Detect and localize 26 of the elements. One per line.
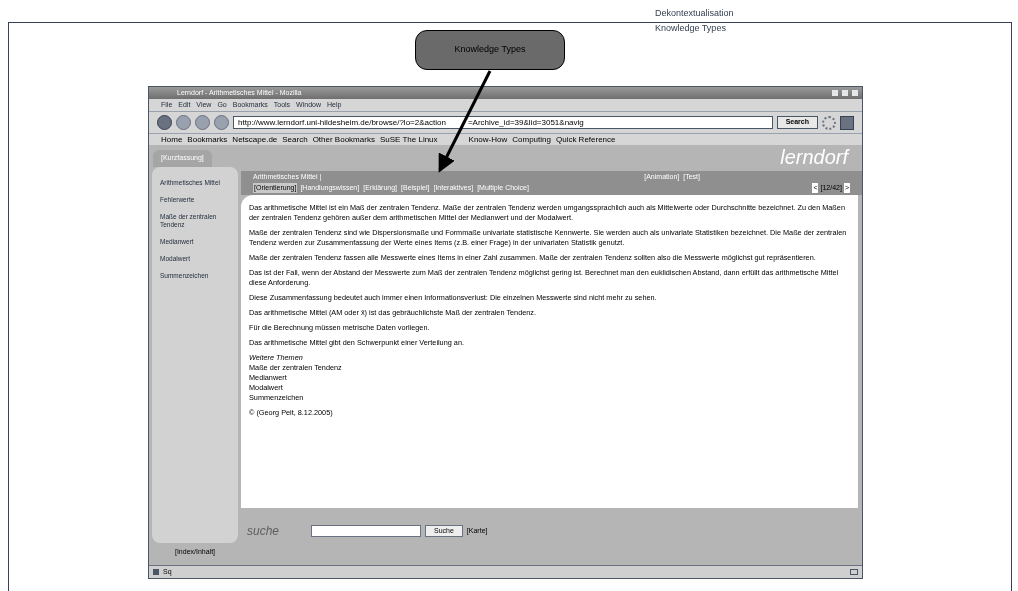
bookmark-link[interactable]: Computing xyxy=(512,133,551,146)
reload-icon[interactable] xyxy=(195,115,210,130)
bookmark-link[interactable]: Other Bookmarks xyxy=(312,133,375,146)
bookmark-link[interactable]: Bookmarks xyxy=(187,133,228,146)
callout-bubble: Knowledge Types xyxy=(415,30,565,70)
throbber-icon xyxy=(822,115,836,130)
lock-icon xyxy=(850,569,858,575)
bookmark-link[interactable]: Netscape.de xyxy=(232,133,278,146)
bookmark-link[interactable]: Search xyxy=(282,133,308,146)
search-field[interactable] xyxy=(311,525,421,537)
bookmark-link[interactable]: Know-How xyxy=(468,133,508,146)
status-icon xyxy=(153,569,159,575)
url-text: http://www.lerndorf.uni-hildesheim.de/browse/?lo=2&action xyxy=(238,117,446,128)
url-field[interactable]: http://www.lerndorf.uni-hildesheim.de/browse/?lo=2&action =Archive_id=39&lid=3051&navig xyxy=(233,116,773,129)
search-logo: suche xyxy=(247,523,281,540)
bookmark-link[interactable]: Home xyxy=(161,133,183,146)
back-icon[interactable] xyxy=(157,115,172,130)
url-text: =Archive_id=39&lid=3051&navig xyxy=(467,117,584,128)
bookmark-link[interactable]: Quick Reference xyxy=(555,133,616,146)
logo-icon xyxy=(840,115,854,130)
figure-label: Knowledge Types xyxy=(655,22,727,35)
bookmark-link[interactable]: SuSE The Linux xyxy=(379,133,438,146)
figure-label: Dekontextualisation xyxy=(655,7,734,20)
forward-icon[interactable] xyxy=(176,115,191,130)
site-logo: lerndorf xyxy=(780,147,848,167)
stop-icon[interactable] xyxy=(214,115,229,130)
